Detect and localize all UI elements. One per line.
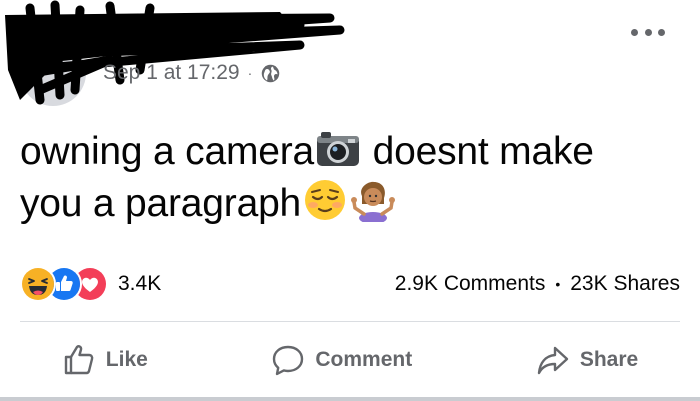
facebook-post: Sep 1 at 17:29 · owning a camera doesnt … — [0, 0, 700, 401]
reactions-summary[interactable]: 3.4K — [20, 266, 161, 302]
post-text-part: doesnt make — [362, 130, 594, 173]
share-arrow-icon — [537, 346, 569, 375]
more-dot-icon — [658, 28, 665, 36]
divider — [20, 321, 680, 322]
reaction-count: 3.4K — [118, 272, 162, 295]
shares-count-link[interactable]: 23K Shares — [570, 272, 680, 296]
comments-count-link[interactable]: 2.9K Comments — [395, 272, 546, 296]
relieved-face-emoji — [302, 178, 348, 222]
more-dot-icon — [644, 28, 652, 36]
woman-shrugging-emoji — [350, 178, 396, 222]
more-dot-icon — [631, 28, 638, 36]
redacted-name-scribble — [5, 0, 345, 105]
post-text-part: owning a camera — [20, 130, 314, 173]
comment-button[interactable]: Comment — [257, 337, 426, 383]
counts-separator: • — [555, 276, 561, 292]
share-button[interactable]: Share — [522, 337, 652, 383]
share-label: Share — [579, 348, 639, 371]
more-options-button[interactable] — [631, 24, 665, 40]
post-text: owning a camera doesnt make you a paragr… — [20, 126, 680, 230]
post-action-bar: Like Comment Share — [0, 330, 700, 390]
haha-reaction-icon — [20, 266, 56, 302]
post-timestamp[interactable]: Sep 1 at 17:29 — [103, 61, 240, 85]
bottom-separator — [0, 397, 700, 401]
camera-emoji — [315, 126, 361, 170]
comment-label: Comment — [315, 348, 413, 371]
post-meta: Sep 1 at 17:29 · — [103, 60, 281, 86]
comment-bubble-icon — [273, 345, 304, 376]
thumbs-up-icon — [64, 345, 94, 375]
like-button[interactable]: Like — [48, 337, 162, 383]
post-text-part: you a paragraph — [20, 182, 302, 225]
globe-icon — [262, 64, 280, 82]
like-label: Like — [105, 348, 148, 371]
meta-separator: · — [247, 65, 253, 81]
engagement-counts: 2.9K Comments • 23K Shares — [395, 270, 680, 298]
